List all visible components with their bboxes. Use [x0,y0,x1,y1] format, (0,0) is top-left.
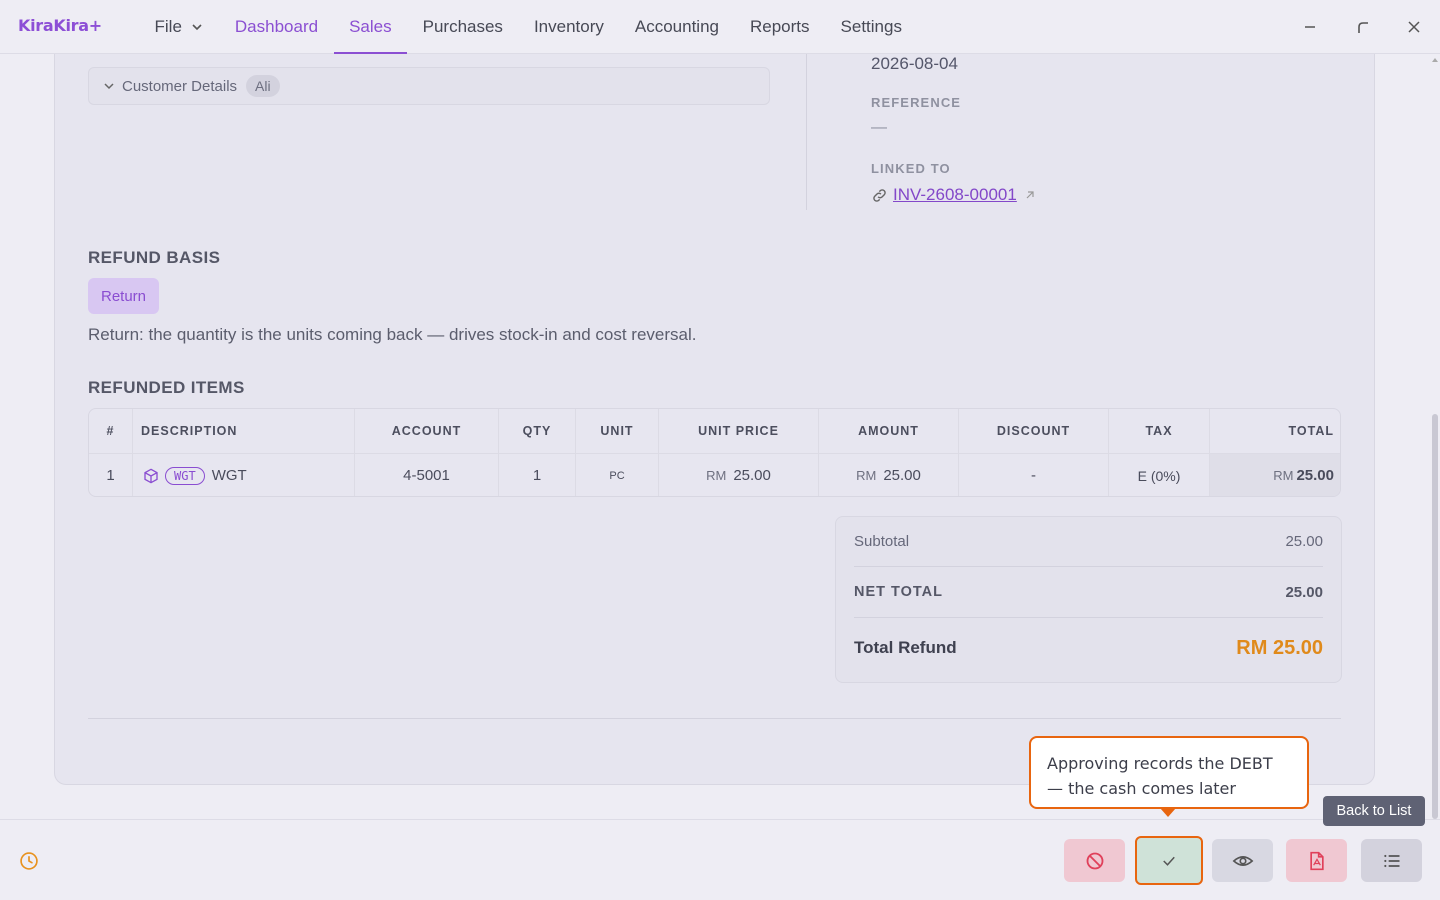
row-discount: - [959,454,1109,496]
ban-icon [1086,852,1103,869]
menu-dashboard[interactable]: Dashboard [219,0,333,54]
item-description: WGT [211,467,247,484]
approve-button[interactable] [1135,836,1203,885]
totals-summary: Subtotal 25.00 NET TOTAL 25.00 Total Ref… [835,516,1342,683]
close-button[interactable] [1401,14,1427,40]
action-bar [0,819,1440,900]
pdf-button[interactable] [1286,839,1347,882]
void-button[interactable] [1064,839,1125,882]
subtotal-value: 25.00 [1285,533,1323,550]
row-qty: 1 [499,454,576,496]
row-number: 1 [89,454,133,496]
box-icon [144,468,158,483]
col-header-account: ACCOUNT [355,409,499,453]
check-icon [1163,856,1175,866]
total-value: 25.00 [1296,467,1334,484]
linked-invoice-link[interactable]: INV-2608-00001 [893,185,1017,205]
net-total-label: NET TOTAL [854,584,944,600]
link-icon [873,188,886,202]
chevron-down-icon [104,83,114,90]
clock-icon[interactable] [19,851,39,871]
row-account: 4-5001 [355,454,499,496]
list-icon [1383,854,1399,867]
col-header-total: TOTAL [1288,424,1334,438]
pdf-icon [1309,851,1324,870]
row-amount: RM 25.00 [819,454,959,496]
tooltip-arrow [1160,808,1176,817]
preview-button[interactable] [1212,839,1273,882]
currency-label: RM [1273,468,1294,483]
refund-basis-title: REFUND BASIS [88,248,221,267]
row-total: RM 25.00 [1210,454,1340,496]
external-link-icon[interactable] [1024,189,1036,201]
refund-basis-return-chip[interactable]: Return [88,278,159,314]
scrollbar-thumb[interactable] [1432,414,1438,819]
back-to-list-tooltip: Back to List [1323,796,1425,826]
subtotal-label: Subtotal [854,533,910,550]
subtotal-row: Subtotal 25.00 [854,517,1323,567]
col-header-description: DESCRIPTION [133,409,355,453]
minimize-icon [1305,26,1315,28]
section-divider [88,718,1341,719]
reference-value: — [871,119,887,136]
item-code-tag: WGT [165,466,205,485]
maximize-button[interactable] [1350,14,1376,40]
net-total-value: 25.00 [1285,583,1323,601]
refund-document-card: Customer Details Ali 2026-08-04 REFERENC… [54,54,1375,785]
customer-name-badge: Ali [246,75,280,97]
col-header-unit: UNIT [576,409,659,453]
total-refund-row: Total Refund RM 25.00 [854,618,1323,678]
col-header-qty: QTY [499,409,576,453]
row-unit: PC [576,454,659,496]
menu-purchases[interactable]: Purchases [407,0,518,54]
table-row[interactable]: 1 WGT WGT 4-5001 1 PC RM 25.00 RM 25.00 - … [89,453,1340,496]
chevron-down-icon [192,24,202,31]
refunded-items-table: # DESCRIPTION ACCOUNT QTY UNIT UNIT PRIC… [88,408,1341,497]
minimize-button[interactable] [1297,14,1323,40]
reference-label: REFERENCE [871,95,962,110]
back-to-list-button[interactable] [1361,839,1422,882]
col-header-no: # [89,409,133,453]
refund-basis-description: Return: the quantity is the units coming… [88,325,697,344]
col-header-unit-price: UNIT PRICE [659,409,819,453]
scroll-up-icon [1432,58,1438,62]
top-bar: KiraKira+ File Dashboard Sales Purchases… [0,0,1440,54]
column-divider [806,54,807,210]
menu-file[interactable]: File [139,0,219,54]
col-header-discount: DISCOUNT [959,409,1109,453]
net-total-row: NET TOTAL 25.00 [854,567,1323,618]
row-tax: E (0%) [1109,454,1210,496]
col-header-tax: TAX [1109,409,1210,453]
restore-icon [1358,22,1368,33]
close-icon [1408,21,1420,33]
currency-label: RM [856,468,877,483]
total-refund-value: RM 25.00 [1236,636,1323,659]
linked-invoice: INV-2608-00001 [871,185,1036,205]
menu-inventory[interactable]: Inventory [518,0,619,54]
main-menu: File Dashboard Sales Purchases Inventory… [139,0,917,54]
eye-icon [1232,855,1253,866]
customer-details-label: Customer Details [122,77,238,95]
menu-sales[interactable]: Sales [333,0,408,54]
app-logo: KiraKira+ [18,16,102,35]
refunded-items-title: REFUNDED ITEMS [88,378,245,397]
row-description: WGT WGT [133,454,355,496]
amount-value: 25.00 [883,467,921,484]
approve-hint-tooltip: Approving records the DEBT — the cash co… [1029,736,1309,809]
row-unit-price: RM 25.00 [659,454,819,496]
customer-details-toggle[interactable]: Customer Details Ali [88,67,770,105]
document-date: 2026-08-04 [871,54,958,73]
col-header-amount: AMOUNT [819,409,959,453]
menu-accounting[interactable]: Accounting [619,0,734,54]
currency-label: RM [706,468,727,483]
table-header-row: # DESCRIPTION ACCOUNT QTY UNIT UNIT PRIC… [89,409,1340,453]
total-refund-label: Total Refund [854,638,957,657]
menu-reports[interactable]: Reports [735,0,826,54]
menu-settings[interactable]: Settings [825,0,917,54]
menu-file-label: File [154,17,182,36]
unit-price-value: 25.00 [733,467,771,484]
linked-to-label: LINKED TO [871,161,951,176]
